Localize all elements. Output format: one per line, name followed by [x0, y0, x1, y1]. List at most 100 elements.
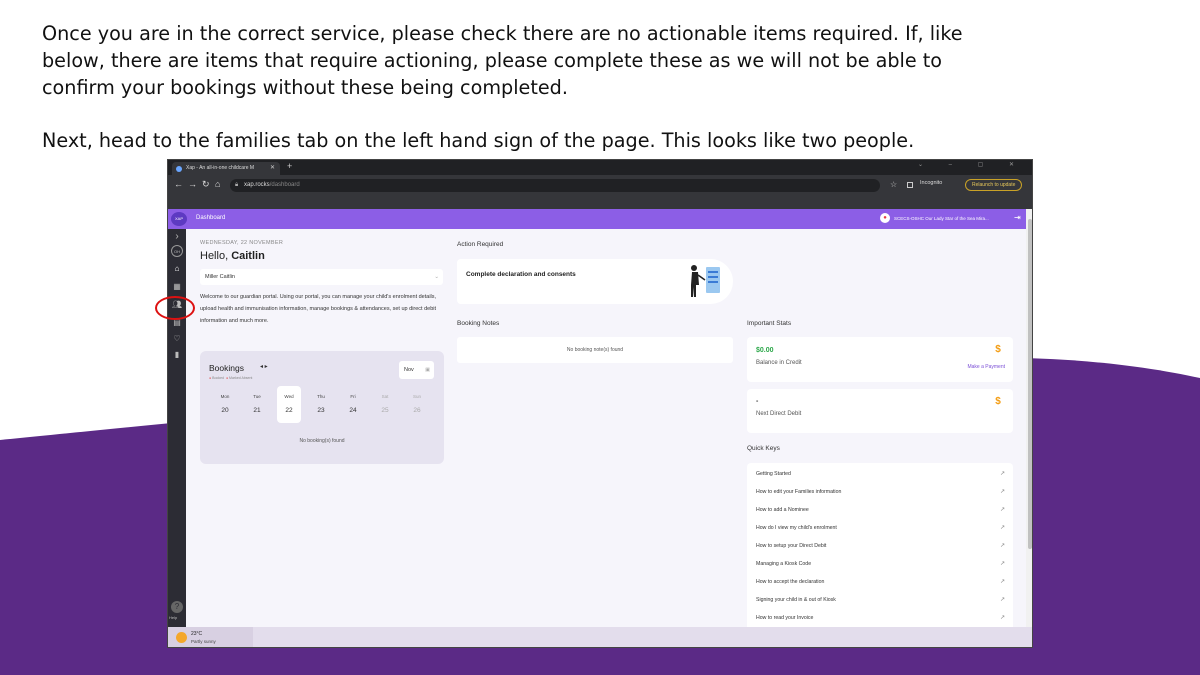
url-path: /dashboard — [269, 182, 300, 188]
calendar-icon: ▣ — [425, 367, 430, 373]
external-arrow-icon[interactable]: ↗ — [1000, 524, 1005, 531]
help-label[interactable]: Help — [169, 615, 177, 620]
month-picker[interactable]: Nov ▣ — [399, 361, 434, 379]
tab-title: Xap - An all-in-one childcare M — [186, 165, 255, 171]
address-bar[interactable]: 🔒︎ xap.rocks/dashboard — [230, 179, 880, 192]
day-name: Sat — [381, 394, 389, 399]
bookings-card: Bookings ◂ ▸ ● Booked ● Marked Absent No… — [200, 351, 444, 464]
no-bookings-message: No booking(s) found — [299, 438, 345, 444]
day-name: Fri — [350, 394, 356, 399]
balance-label: Balance in Credit — [756, 360, 802, 366]
day-number[interactable]: 23 — [309, 407, 333, 414]
quick-key-link[interactable]: Signing your child in & out of Kiosk — [756, 597, 836, 603]
day-name: Tue — [253, 394, 261, 399]
service-selector[interactable]: SCECS-OSHC Our Lady Star of the Sea Mira… — [894, 216, 989, 221]
greeting: Hello, Caitlin — [200, 250, 265, 262]
health-nav-icon[interactable]: ♡ — [171, 333, 183, 345]
bookings-nav-icon[interactable]: ▦ — [171, 281, 183, 293]
new-tab-button[interactable]: + — [287, 161, 292, 171]
reload-icon[interactable]: ↻ — [202, 179, 210, 190]
current-date: WEDNESDAY, 22 NOVEMBER — [200, 240, 284, 246]
selected-day-highlight — [277, 386, 301, 423]
home-icon[interactable]: ⌂ — [215, 179, 220, 189]
payments-nav-icon[interactable]: ▮ — [171, 349, 183, 361]
instruction-line: Next, head to the families tab on the le… — [42, 129, 915, 152]
weather-widget[interactable]: 23°C Partly sunny — [168, 627, 253, 647]
help-icon[interactable]: ? — [171, 601, 183, 613]
window-controls[interactable]: ⌄ – ▢ ✕ — [918, 161, 1026, 168]
external-arrow-icon[interactable]: ↗ — [1000, 560, 1005, 567]
quick-key-link[interactable]: How to add a Nominee — [756, 507, 809, 513]
sidepanel-icon[interactable] — [907, 182, 913, 188]
external-arrow-icon[interactable]: ↗ — [1000, 488, 1005, 495]
legend-marked-absent: Marked Absent — [229, 376, 253, 380]
quick-keys-card: Getting Started ↗ How to edit your Famil… — [747, 463, 1013, 627]
external-arrow-icon[interactable]: ↗ — [1000, 470, 1005, 477]
notification-bell-icon[interactable]: ● — [880, 213, 890, 223]
direct-debit-label: Next Direct Debit — [756, 411, 802, 417]
instruction-paragraph-2: Next, head to the families tab on the le… — [42, 127, 914, 154]
browser-screenshot: Xap - An all-in-one childcare M ✕ + ⌄ – … — [167, 159, 1033, 648]
external-arrow-icon[interactable]: ↗ — [1000, 596, 1005, 603]
service-avatar-icon[interactable]: OH — [171, 245, 183, 257]
home-nav-icon[interactable]: ⌂ — [171, 263, 183, 275]
day-name: Wed — [284, 394, 294, 399]
week-nav-arrows-icon[interactable]: ◂ ▸ — [260, 363, 268, 370]
slide: Once you are in the correct service, ple… — [0, 0, 1200, 675]
external-arrow-icon[interactable]: ↗ — [1000, 578, 1005, 585]
browser-tab-bar: Xap - An all-in-one childcare M ✕ + ⌄ – … — [168, 160, 1032, 175]
quick-key-link[interactable]: How do I view my child's enrolment — [756, 525, 837, 531]
relaunch-button[interactable]: Relaunch to update — [965, 179, 1023, 191]
bookings-legend: ● Booked ● Marked Absent — [209, 376, 253, 380]
logout-icon[interactable]: ⇥ — [1014, 213, 1021, 222]
weather-condition: Partly sunny — [191, 639, 216, 644]
booking-notes-heading: Booking Notes — [457, 320, 500, 327]
chevron-down-icon: ⌄ — [434, 274, 439, 280]
families-tab-highlight-ring — [155, 296, 195, 320]
expand-chevron-icon[interactable]: › — [171, 231, 183, 243]
scrollbar-thumb[interactable] — [1028, 219, 1032, 549]
instruction-line: confirm your bookings without these bein… — [42, 76, 568, 99]
temperature: 23°C — [191, 631, 203, 637]
day-name: Thu — [317, 394, 325, 399]
browser-bookmarks-bar — [168, 196, 1032, 209]
favicon-icon — [176, 166, 182, 172]
day-number[interactable]: 22 — [277, 407, 301, 414]
browser-tab[interactable]: Xap - An all-in-one childcare M ✕ — [172, 162, 280, 175]
day-number[interactable]: 25 — [373, 407, 397, 414]
browser-toolbar: ← → ↻ ⌂ 🔒︎ xap.rocks/dashboard ☆ Incogni… — [168, 175, 1032, 196]
page-title: Dashboard — [196, 215, 226, 221]
lock-icon: 🔒︎ — [235, 182, 239, 188]
forward-icon[interactable]: → — [188, 179, 197, 189]
bookmark-star-icon[interactable]: ☆ — [890, 180, 897, 189]
quick-key-link[interactable]: How to accept the declaration — [756, 579, 824, 585]
day-number[interactable]: 26 — [405, 407, 429, 414]
quick-key-link[interactable]: How to edit your Families information — [756, 489, 841, 495]
important-stats-heading: Important Stats — [747, 320, 792, 327]
incognito-indicator[interactable]: Incognito — [920, 180, 942, 186]
external-arrow-icon[interactable]: ↗ — [1000, 542, 1005, 549]
quick-key-link[interactable]: Getting Started — [756, 471, 791, 477]
make-payment-link[interactable]: Make a Payment — [967, 364, 1005, 370]
balance-card: $0.00 Balance in Credit $ Make a Payment — [747, 337, 1013, 382]
greeting-name: Caitlin — [231, 250, 265, 262]
dollar-icon: $ — [995, 396, 1001, 407]
action-required-card[interactable]: Complete declaration and consents — [457, 259, 733, 304]
quick-key-link[interactable]: How to setup your Direct Debit — [756, 543, 826, 549]
external-arrow-icon[interactable]: ↗ — [1000, 614, 1005, 621]
dashboard-main: WEDNESDAY, 22 NOVEMBER Hello, Caitlin Mi… — [186, 229, 1026, 627]
no-notes-message: No booking note(s) found — [566, 347, 624, 353]
quick-key-link[interactable]: How to read your Invoice — [756, 615, 813, 621]
day-number[interactable]: 21 — [245, 407, 269, 414]
os-taskbar: 23°C Partly sunny — [168, 627, 1032, 647]
back-icon[interactable]: ← — [174, 179, 183, 189]
child-select[interactable]: Miller Caitlin ⌄ — [200, 269, 443, 285]
external-arrow-icon[interactable]: ↗ — [1000, 506, 1005, 513]
close-tab-icon[interactable]: ✕ — [270, 162, 275, 175]
day-number[interactable]: 24 — [341, 407, 365, 414]
app-logo[interactable]: XAP — [171, 212, 187, 226]
dollar-icon: $ — [995, 344, 1001, 355]
quick-key-link[interactable]: Managing a Kiosk Code — [756, 561, 811, 567]
page-scrollbar[interactable] — [1026, 209, 1032, 627]
day-number[interactable]: 20 — [213, 407, 237, 414]
